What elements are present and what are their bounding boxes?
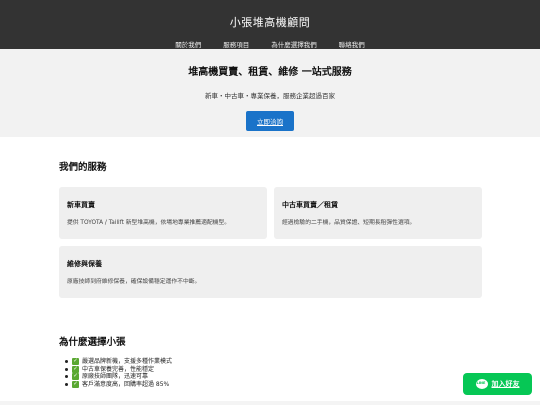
line-icon-text: LINE — [476, 381, 486, 386]
line-chat-icon: LINE — [475, 379, 488, 389]
bullet-icon — [65, 383, 68, 387]
services-title: 我們的服務 — [59, 162, 107, 173]
check-icon: ✓ — [72, 373, 79, 381]
service-card-title: 中古車買賣／租賃 — [282, 201, 338, 209]
why-us-list: ✓ 嚴選品牌新機，支援多種作業模式 ✓ 中古車保養完善，性能穩定 ✓ 原廠技師團隊，迅… — [59, 358, 481, 389]
service-card-used: 中古車買賣／租賃 經過檢驗的二手機，品質保證、短期長租彈性選項。 — [274, 187, 482, 239]
service-card-desc: 提供 TOYOTA / Tailift 新型堆高機，依場地專業推薦適配機型。 — [67, 220, 231, 226]
bullet-icon — [65, 375, 68, 379]
services-grid: 新車買賣 提供 TOYOTA / Tailift 新型堆高機，依場地專業推薦適配… — [59, 187, 482, 298]
list-item: ✓ 客戶滿意度高，回購率超過 85% — [65, 381, 481, 389]
list-item: ✓ 原廠技師團隊，迅速可靠 — [65, 373, 481, 381]
list-item-text: 原廠技師團隊，迅速可靠 — [82, 373, 149, 381]
service-card-title: 維修與保養 — [67, 260, 102, 268]
hero-subtitle: 新車・中古車・專業保養，服務企業超過百家 — [205, 92, 335, 100]
list-item-text: 嚴選品牌新機，支援多種作業模式 — [82, 358, 173, 365]
bullet-icon — [65, 367, 68, 371]
site-brand[interactable]: 小張堆高機顧問 — [0, 0, 540, 30]
bullet-icon — [65, 360, 68, 364]
service-card-desc: 原廠技師到府維修保養，確保設備穩定運作不中斷。 — [67, 279, 201, 285]
service-card-title: 新車買賣 — [67, 201, 95, 209]
why-us-section: 為什麼選擇小張 ✓ 嚴選品牌新機，支援多種作業模式 ✓ 中古車保養完善，性能穩定 ✓… — [0, 334, 540, 389]
check-icon: ✓ — [72, 365, 79, 373]
main-nav: 關於我們 服務項目 為什麼選擇我們 聯絡我們 — [0, 39, 540, 49]
why-us-title: 為什麼選擇小張 — [59, 337, 126, 348]
nav-link-why-us[interactable]: 為什麼選擇我們 — [271, 39, 317, 49]
services-section: 我們的服務 新車買賣 提供 TOYOTA / Tailift 新型堆高機，依場地… — [0, 159, 540, 298]
page-divider — [0, 401, 540, 405]
service-card-new: 新車買賣 提供 TOYOTA / Tailift 新型堆高機，依場地專業推薦適配… — [59, 187, 267, 239]
site-header: 小張堆高機顧問 關於我們 服務項目 為什麼選擇我們 聯絡我們 — [0, 0, 540, 49]
line-add-friend-button[interactable]: LINE 加入好友 — [463, 373, 532, 395]
nav-link-services[interactable]: 服務項目 — [223, 39, 249, 49]
line-button-label: 加入好友 — [491, 380, 520, 388]
service-card-desc: 經過檢驗的二手機，品質保證、短期長租彈性選項。 — [282, 220, 416, 226]
check-icon: ✓ — [72, 358, 79, 366]
list-item: ✓ 嚴選品牌新機，支援多種作業模式 — [65, 358, 481, 366]
check-icon: ✓ — [72, 381, 79, 389]
list-item-text: 客戶滿意度高，回購率超過 85% — [82, 380, 170, 388]
nav-link-contact[interactable]: 聯絡我們 — [339, 39, 365, 49]
hero-title: 堆高機買賣、租賃、維修 一站式服務 — [188, 67, 352, 78]
hero-section: 堆高機買賣、租賃、維修 一站式服務 新車・中古車・專業保養，服務企業超過百家 立… — [0, 49, 540, 137]
inquire-button[interactable]: 立即洽詢 — [246, 111, 294, 131]
service-card-repair: 維修與保養 原廠技師到府維修保養，確保設備穩定運作不中斷。 — [59, 246, 482, 298]
nav-link-about[interactable]: 關於我們 — [175, 39, 201, 49]
